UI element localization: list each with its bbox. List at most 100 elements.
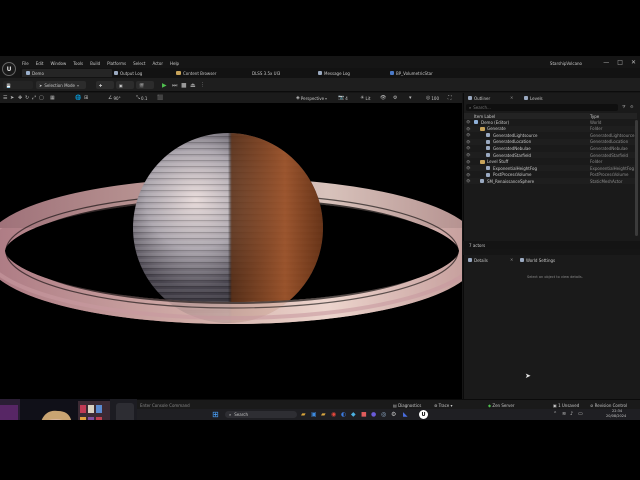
menu-window[interactable]: Window xyxy=(50,61,66,66)
view-mode-lit[interactable]: ☀ Lit xyxy=(360,94,370,102)
show-flags-icon[interactable]: 👁 xyxy=(380,94,386,102)
mode-dropdown[interactable]: ➤ Selection Mode ▾ xyxy=(36,81,86,89)
clock-time[interactable]: 22:34 xyxy=(612,409,622,413)
filter-icon[interactable]: ⧩ xyxy=(622,104,626,109)
scale-tool-icon[interactable]: ⤢ xyxy=(32,94,36,102)
tab-outliner[interactable]: Outliner xyxy=(468,94,490,102)
close-tab-icon[interactable]: ✕ xyxy=(510,257,513,262)
outliner-row[interactable]: 👁 GeneratedNebulae GeneratedNebulae xyxy=(464,145,637,151)
outliner-row[interactable]: 👁 ExponentialHeightFog ExponentialHeightFo… xyxy=(464,165,637,172)
folder-icon[interactable]: ▰ xyxy=(321,411,326,418)
visibility-eye-icon[interactable]: 👁 xyxy=(466,160,470,164)
close-button[interactable]: ✕ xyxy=(631,59,636,66)
media-icon[interactable]: ■ xyxy=(361,411,367,418)
world-local-icon[interactable]: 🌐 xyxy=(75,94,81,102)
file-explorer-icon[interactable]: ▰ xyxy=(301,411,306,418)
menu-file[interactable]: File xyxy=(22,61,29,66)
menu-platforms[interactable]: Platforms xyxy=(107,61,126,66)
edge-icon[interactable]: ◐ xyxy=(341,411,346,418)
discord-icon[interactable]: ● xyxy=(371,411,376,418)
tab-level[interactable]: Demo xyxy=(22,69,112,77)
tab-bp-volumetric-star[interactable]: BP_VolumetricStar xyxy=(390,69,433,77)
menu-tools[interactable]: Tools xyxy=(73,61,83,66)
tray-chevron-icon[interactable]: ⌃ xyxy=(553,411,557,417)
outliner-search-input[interactable] xyxy=(473,105,594,110)
visibility-eye-icon[interactable]: 👁 xyxy=(466,153,470,157)
visibility-eye-icon[interactable]: 👁 xyxy=(466,133,470,137)
tab-details[interactable]: Details xyxy=(468,256,488,264)
tab-dlss[interactable]: DLSS 3.5x UI3 xyxy=(252,69,280,77)
outliner-row[interactable]: 👁 PostProcessVolume PostProcessVolume xyxy=(464,172,637,178)
menu-select[interactable]: Select xyxy=(133,61,145,66)
menu-edit[interactable]: Edit xyxy=(36,61,44,66)
rotate-tool-icon[interactable]: ↻ xyxy=(25,94,29,102)
viewport-menu-icon[interactable]: ☰ xyxy=(3,94,7,102)
windows-start-icon[interactable]: ⊞ xyxy=(212,410,219,419)
chrome-icon[interactable]: ◉ xyxy=(331,411,336,418)
transform-toggle-icon[interactable]: ▢ xyxy=(39,94,44,102)
scalability-dropdown-icon[interactable]: ▾ xyxy=(409,94,412,102)
tab-output-log[interactable]: Output Log xyxy=(114,69,142,77)
diagnostics-button[interactable]: ▤ Diagnostics xyxy=(393,403,421,408)
maximize-button[interactable]: □ xyxy=(617,59,623,66)
select-tool-icon[interactable]: ➤ xyxy=(10,94,14,102)
outliner-search[interactable]: ⌕ xyxy=(466,104,618,111)
scale-snap[interactable]: ⤡ 0.1 xyxy=(136,94,147,102)
blueprint-button[interactable]: ▣ xyxy=(116,81,134,89)
visibility-eye-icon[interactable]: 👁 xyxy=(466,166,470,170)
surface-snap-icon[interactable]: ▦ xyxy=(50,94,55,102)
unsaved-button[interactable]: ▣ 1 Unsaved xyxy=(553,403,579,408)
outliner-row[interactable]: 👁 GeneratedLightsource GeneratedLightsourc… xyxy=(464,132,637,138)
grid-snap-icon[interactable]: ⊞ xyxy=(84,94,88,102)
visibility-eye-icon[interactable]: 👁 xyxy=(466,146,470,150)
outliner-scrollbar[interactable] xyxy=(635,120,638,236)
visibility-eye-icon[interactable]: 👁 xyxy=(466,120,470,124)
visibility-eye-icon[interactable]: 👁 xyxy=(466,179,470,183)
view-perspective[interactable]: ◈ Perspective ▾ xyxy=(296,94,327,102)
fov-control[interactable]: ◎ 100 xyxy=(426,94,439,102)
visibility-eye-icon[interactable]: 👁 xyxy=(466,140,470,144)
wifi-icon[interactable]: ≋ xyxy=(562,411,566,417)
settings-gear-icon[interactable]: ⚙ xyxy=(630,104,634,109)
tab-content-browser[interactable]: Content Browser xyxy=(176,69,216,77)
play-icon[interactable]: ▶ xyxy=(162,82,167,89)
revision-control-button[interactable]: ⊘ Revision Control xyxy=(590,403,627,408)
maximize-viewport-icon[interactable]: ⛶ xyxy=(448,94,452,102)
menu-build[interactable]: Build xyxy=(90,61,100,66)
minimize-button[interactable]: — xyxy=(603,59,609,66)
tab-message-log[interactable]: Message Log xyxy=(318,69,350,77)
clock-date[interactable]: 20/08/2024 xyxy=(606,414,626,418)
scalability-icon[interactable]: ⚙ xyxy=(393,94,397,102)
app-icon[interactable]: ◆ xyxy=(351,411,356,418)
visibility-eye-icon[interactable]: 👁 xyxy=(466,173,470,177)
trace-button[interactable]: ⊚ Trace ▾ xyxy=(434,403,453,408)
visibility-eye-icon[interactable]: 👁 xyxy=(466,127,470,131)
eject-icon[interactable]: ⏏ xyxy=(190,82,196,89)
close-tab-icon[interactable]: ✕ xyxy=(510,95,513,100)
tab-world-settings[interactable]: World Settings xyxy=(520,256,555,264)
save-buttons[interactable]: 💾 xyxy=(3,81,33,89)
steam-icon[interactable]: ◎ xyxy=(381,411,386,418)
outliner-row[interactable]: 👁 GeneratedLocation GeneratedLocation xyxy=(464,138,637,145)
taskbar-search[interactable]: ⌕ Search xyxy=(225,411,297,418)
zen-server-button[interactable]: ◆ Zen Server xyxy=(488,403,514,408)
menu-actor[interactable]: Actor xyxy=(152,61,163,66)
stop-icon[interactable]: ■ xyxy=(181,82,187,89)
outliner-row[interactable]: 👁 Generate Folder xyxy=(464,125,637,132)
settings-app-icon[interactable]: ⚙ xyxy=(391,411,396,418)
outliner-row[interactable]: 👁 Level Stuff Folder xyxy=(464,159,637,165)
more-icon[interactable]: ⋮ xyxy=(200,82,205,88)
add-content-button[interactable]: ✚ xyxy=(96,81,114,89)
camera-speed-dropdown[interactable]: 📷 4 xyxy=(338,94,348,102)
step-icon[interactable]: ⏭ xyxy=(172,82,177,90)
outliner-row[interactable]: 👁 SM_RenaissanceSphere StaticMeshActor xyxy=(464,178,637,185)
task-view-icon[interactable]: ▣ xyxy=(311,411,317,418)
outliner-row[interactable]: 👁 GeneratedStarfield GeneratedStarfield xyxy=(464,152,637,158)
unreal-logo-icon[interactable]: U xyxy=(2,62,16,76)
rotation-snap[interactable]: ∠ 90° xyxy=(108,94,121,102)
level-viewport[interactable] xyxy=(0,103,462,399)
menu-help[interactable]: Help xyxy=(170,61,179,66)
unreal-taskbar-icon[interactable]: U xyxy=(419,410,428,419)
tab-levels[interactable]: Levels xyxy=(524,94,543,102)
translate-tool-icon[interactable]: ✥ xyxy=(18,94,22,102)
